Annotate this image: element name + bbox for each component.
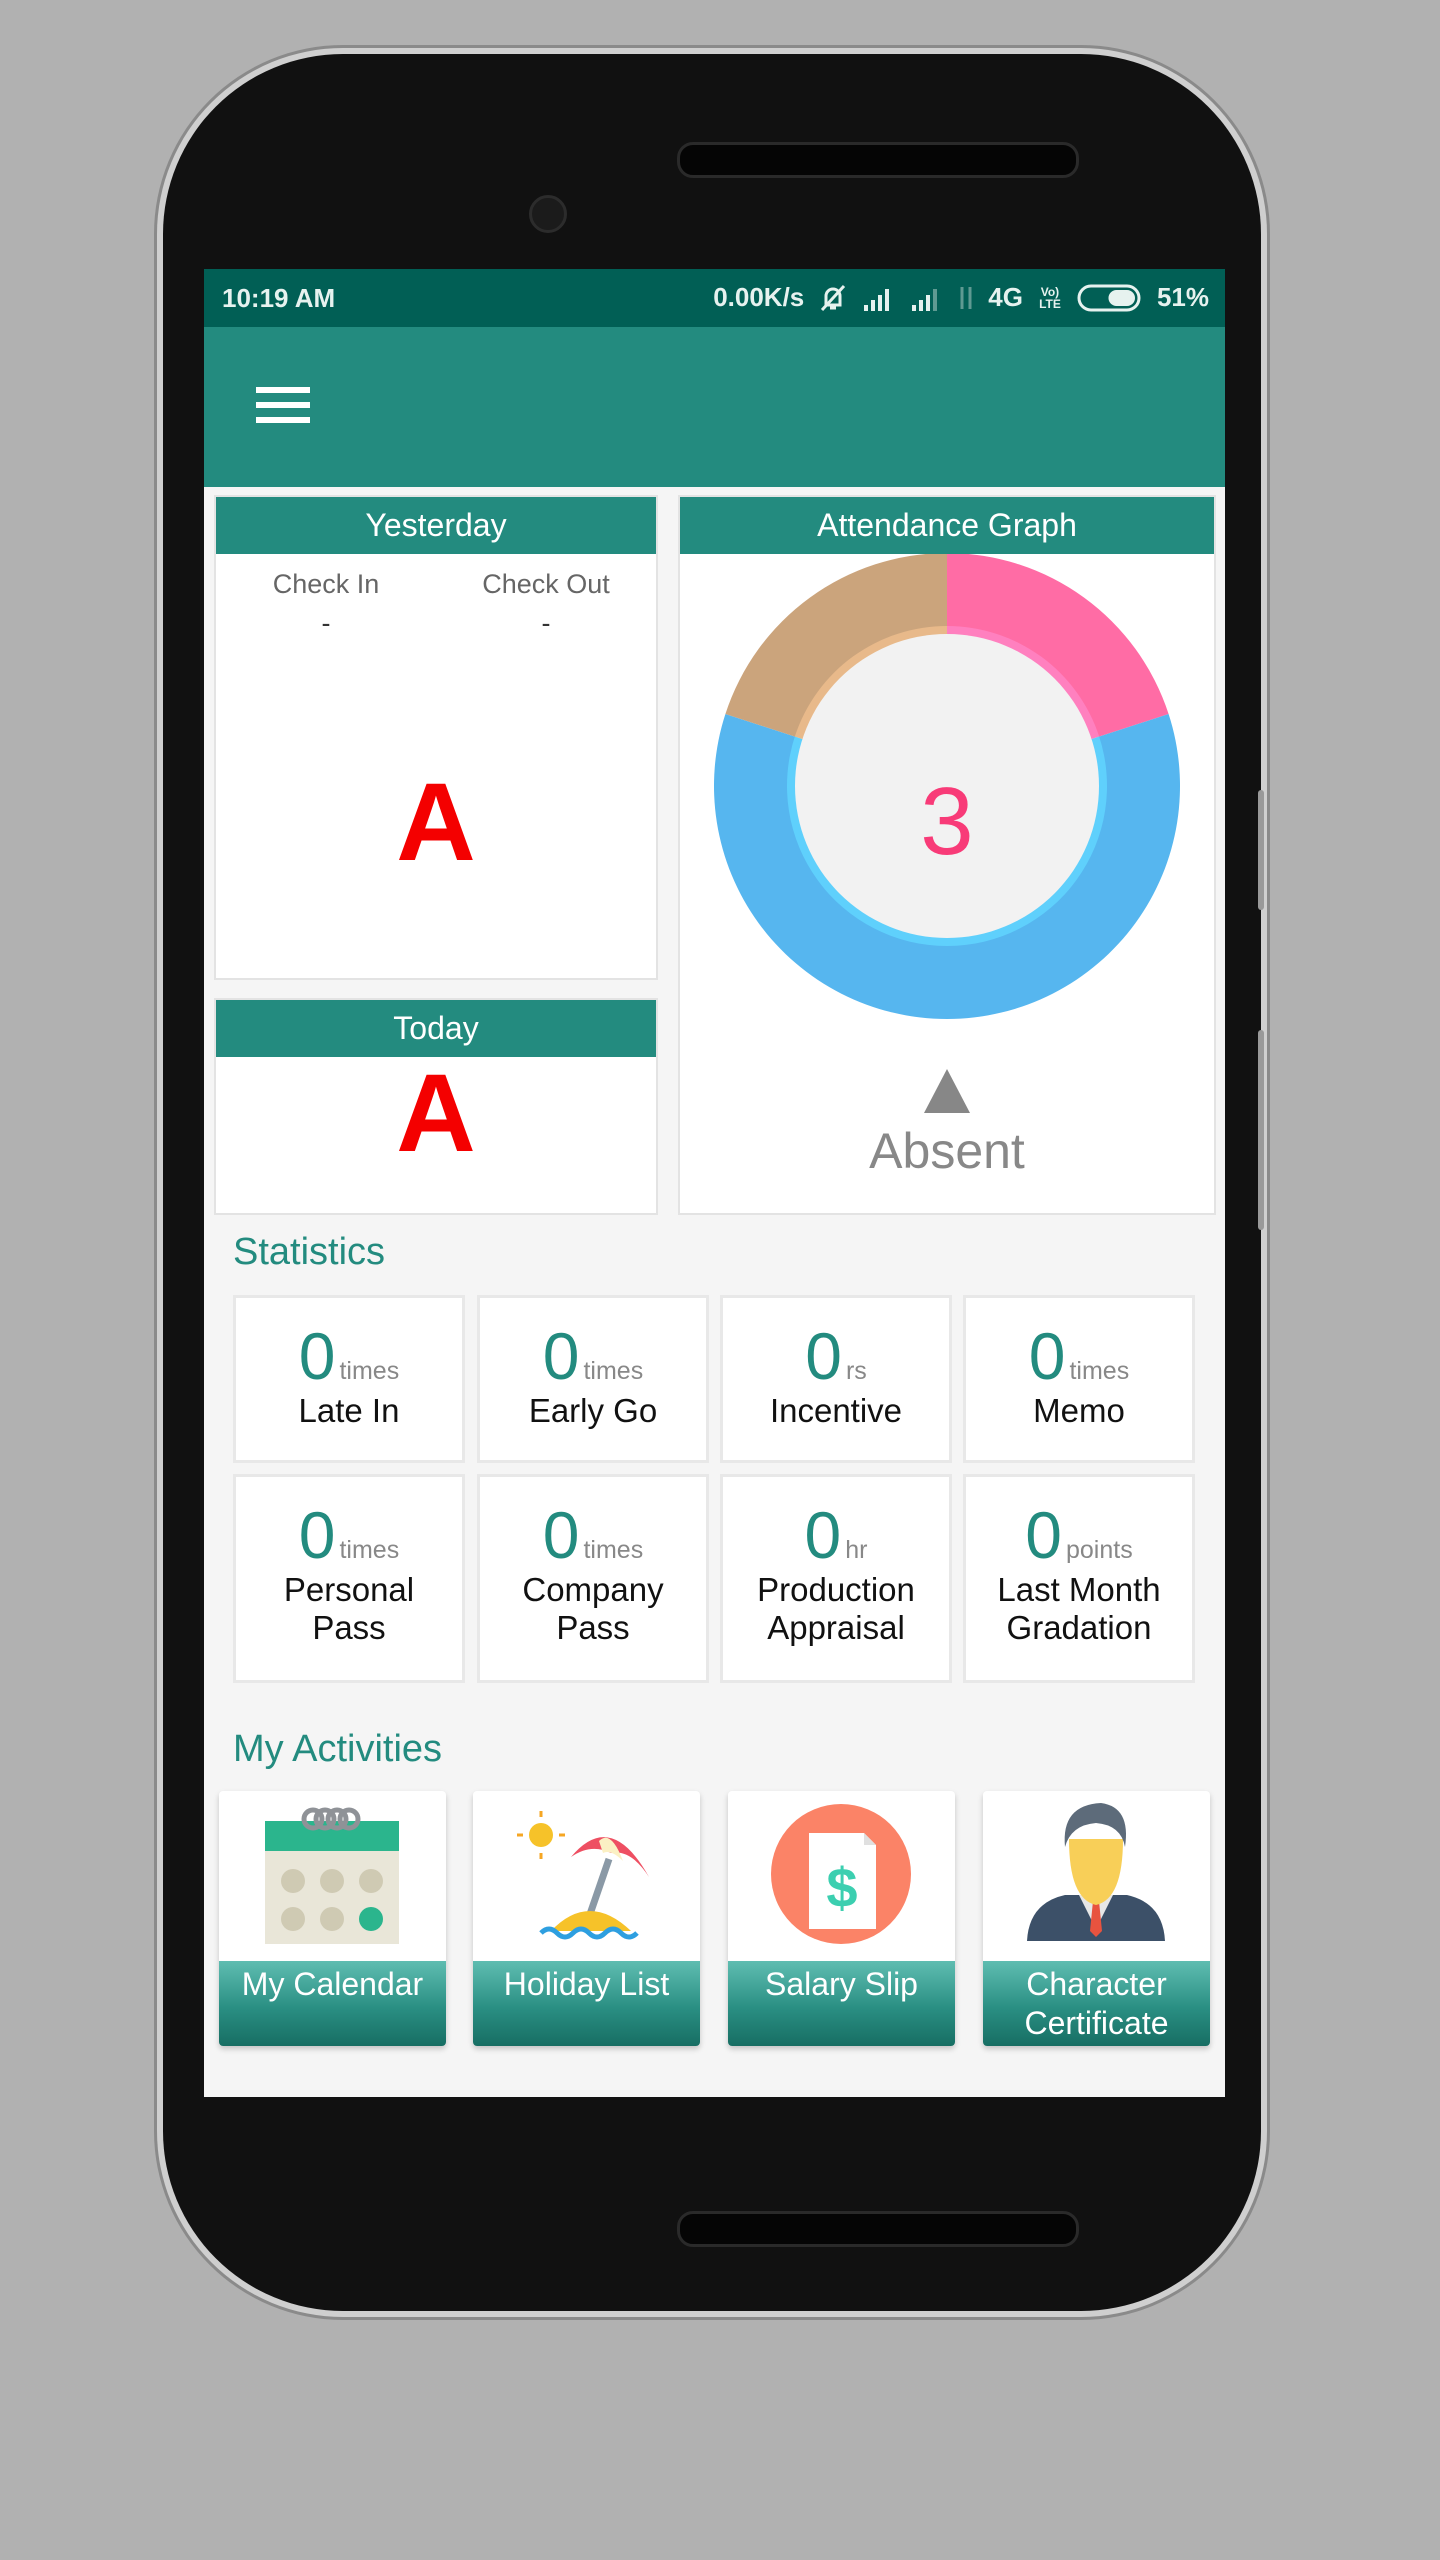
calendar-icon (265, 1807, 399, 1944)
earpiece-speaker (677, 142, 1079, 178)
activity-character-certificate[interactable]: Character Certificate (983, 1791, 1210, 2046)
app-bar (204, 327, 1225, 487)
check-in: Check In - (216, 569, 436, 639)
stat-production-appraisal[interactable]: 0 hr Production Appraisal (720, 1474, 952, 1683)
activity-my-calendar[interactable]: My Calendar (219, 1791, 446, 2046)
stat-label: Personal Pass (283, 1571, 415, 1646)
stat-label: Last Month Gradation (997, 1571, 1161, 1646)
battery-percent: 51% (1156, 282, 1209, 312)
activity-label: Holiday List (473, 1961, 700, 2046)
stat-label: Production Appraisal (757, 1571, 915, 1646)
stat-value: 0 (1028, 1319, 1066, 1393)
stat-value: 0 (805, 1319, 842, 1393)
stat-unit: times (583, 1536, 644, 1564)
stat-value: 0 (298, 1498, 336, 1572)
network-type: 4G (988, 282, 1023, 312)
stat-label: Company Pass (522, 1571, 664, 1646)
stat-value: 0 (542, 1498, 580, 1572)
stat-memo[interactable]: 0 times Memo (963, 1295, 1195, 1463)
stat-label: Late In (298, 1392, 400, 1429)
check-out-value: - (541, 608, 551, 638)
hamburger-icon[interactable] (256, 387, 310, 427)
today-card: Today A (214, 998, 658, 1215)
stat-value: 0 (542, 1319, 580, 1393)
stat-unit: hr (845, 1536, 868, 1564)
stat-value: 0 (298, 1319, 336, 1393)
mute-bell-icon (821, 284, 846, 311)
person-icon (1027, 1803, 1165, 1941)
front-camera (529, 195, 567, 233)
activity-holiday-list[interactable]: Holiday List (473, 1791, 700, 2046)
stat-early-go[interactable]: 0 times Early Go (477, 1295, 709, 1463)
statistics-title: Statistics (233, 1231, 386, 1273)
stat-unit: rs (845, 1357, 867, 1385)
my-activities-title: My Activities (233, 1728, 443, 1770)
activity-label: Character Certificate (983, 1961, 1210, 2046)
volte-indicator: Vo) LTE (1039, 284, 1061, 311)
stat-label: Incentive (769, 1392, 903, 1429)
stat-label: Memo (1033, 1392, 1125, 1429)
stat-personal-pass[interactable]: 0 times Personal Pass (233, 1474, 465, 1683)
signal-icon (864, 288, 890, 311)
yesterday-status: A (396, 761, 476, 884)
net-speed: 0.00K/s (713, 282, 805, 312)
pointer-triangle-icon (924, 1069, 970, 1113)
stat-late-in[interactable]: 0 times Late In (233, 1295, 465, 1463)
today-status: A (396, 1052, 476, 1175)
check-in-label: Check In (272, 569, 380, 599)
beach-umbrella-icon (517, 1811, 649, 1940)
stat-value: 0 (1025, 1498, 1062, 1572)
stat-unit: times (339, 1357, 400, 1385)
status-time: 10:19 AM (222, 283, 336, 313)
center-value: 3 (920, 768, 974, 875)
check-out-label: Check Out (482, 569, 610, 599)
stat-unit: times (1069, 1357, 1130, 1385)
check-in-value: - (321, 608, 331, 638)
stat-company-pass[interactable]: 0 times Company Pass (477, 1474, 709, 1683)
battery-icon (1077, 284, 1141, 311)
yesterday-card: Yesterday Check In - Check Out - A (214, 495, 658, 980)
stat-last-month-gradation[interactable]: 0 points Last Month Gradation (963, 1474, 1195, 1683)
activity-label: Salary Slip (728, 1961, 955, 2046)
attendance-graph-title: Attendance Graph (680, 497, 1214, 554)
status-bar: 10:19 AM 0.00K/s 4G Vo) LTE 51% (204, 269, 1225, 327)
svg-text:$: $ (826, 1856, 857, 1919)
today-title: Today (216, 1000, 656, 1057)
app-screen: 10:19 AM 0.00K/s 4G Vo) LTE 51% Yesterda… (204, 269, 1225, 2097)
signal-icon-2 (912, 288, 938, 311)
stat-label: Early Go (528, 1392, 658, 1429)
stat-incentive[interactable]: 0 rs Incentive (720, 1295, 952, 1463)
selected-slice-label: Absent (869, 1123, 1025, 1179)
yesterday-title: Yesterday (216, 497, 656, 554)
stat-value: 0 (804, 1498, 842, 1572)
salary-slip-icon: $ (771, 1804, 911, 1944)
activity-salary-slip[interactable]: $ Salary Slip (728, 1791, 955, 2046)
attendance-graph-card: Attendance Graph 3 Absent (678, 495, 1216, 1215)
power-button (1258, 1030, 1264, 1230)
bottom-speaker (677, 2211, 1079, 2247)
activity-label: My Calendar (219, 1961, 446, 2046)
check-out: Check Out - (436, 569, 656, 639)
data-arrows-icon (960, 286, 972, 309)
stat-unit: times (583, 1357, 644, 1385)
stat-unit: times (339, 1536, 400, 1564)
stat-unit: points (1066, 1536, 1133, 1564)
volume-button (1258, 790, 1264, 910)
